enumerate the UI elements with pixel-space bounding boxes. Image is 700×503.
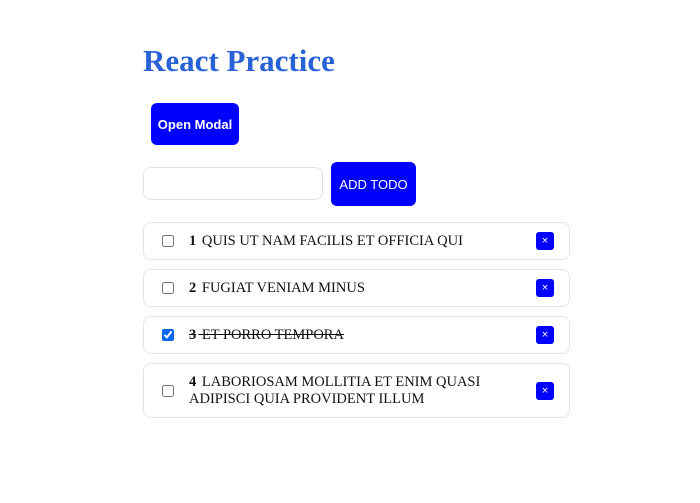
todo-number: 3 bbox=[189, 326, 197, 343]
delete-todo-button[interactable]: × bbox=[536, 326, 554, 344]
close-icon: × bbox=[541, 330, 549, 340]
add-todo-button[interactable]: ADD TODO bbox=[331, 162, 416, 206]
todo-checkbox[interactable] bbox=[162, 235, 174, 247]
delete-todo-button[interactable]: × bbox=[536, 232, 554, 250]
open-modal-button[interactable]: Open Modal bbox=[151, 103, 239, 145]
todo-text: 3 et porro tempora bbox=[189, 327, 519, 344]
close-icon: × bbox=[541, 385, 549, 396]
close-icon: × bbox=[541, 283, 549, 293]
todo-item: 3 et porro tempora × bbox=[143, 316, 570, 354]
close-icon: × bbox=[541, 236, 549, 246]
todo-label: et porro tempora bbox=[201, 326, 344, 343]
todo-checkbox[interactable] bbox=[162, 282, 174, 294]
todo-text: 1 quis ut nam facilis et officia qui bbox=[189, 233, 519, 250]
page-title: React Practice bbox=[143, 43, 335, 78]
todo-item: 1 quis ut nam facilis et officia qui × bbox=[143, 222, 570, 260]
todo-number: 4 bbox=[189, 373, 197, 390]
todo-checkbox[interactable] bbox=[162, 329, 174, 341]
todo-text: 4 laboriosam mollitia et enim quasi adip… bbox=[189, 374, 519, 408]
todo-label: fugiat veniam minus bbox=[201, 279, 365, 296]
todo-list: 1 quis ut nam facilis et officia qui × 2… bbox=[143, 222, 570, 427]
delete-todo-button[interactable]: × bbox=[536, 279, 554, 297]
todo-number: 2 bbox=[189, 279, 197, 296]
todo-item: 2 fugiat veniam minus × bbox=[143, 269, 570, 307]
todo-text: 2 fugiat veniam minus bbox=[189, 280, 519, 297]
todo-checkbox[interactable] bbox=[162, 384, 174, 397]
todo-label: quis ut nam facilis et officia qui bbox=[201, 232, 463, 249]
todo-label: laboriosam mollitia et enim quasi adipis… bbox=[189, 373, 481, 407]
todo-item: 4 laboriosam mollitia et enim quasi adip… bbox=[143, 363, 570, 418]
todo-number: 1 bbox=[189, 232, 197, 249]
delete-todo-button[interactable]: × bbox=[536, 381, 554, 400]
todo-input[interactable] bbox=[143, 167, 323, 200]
